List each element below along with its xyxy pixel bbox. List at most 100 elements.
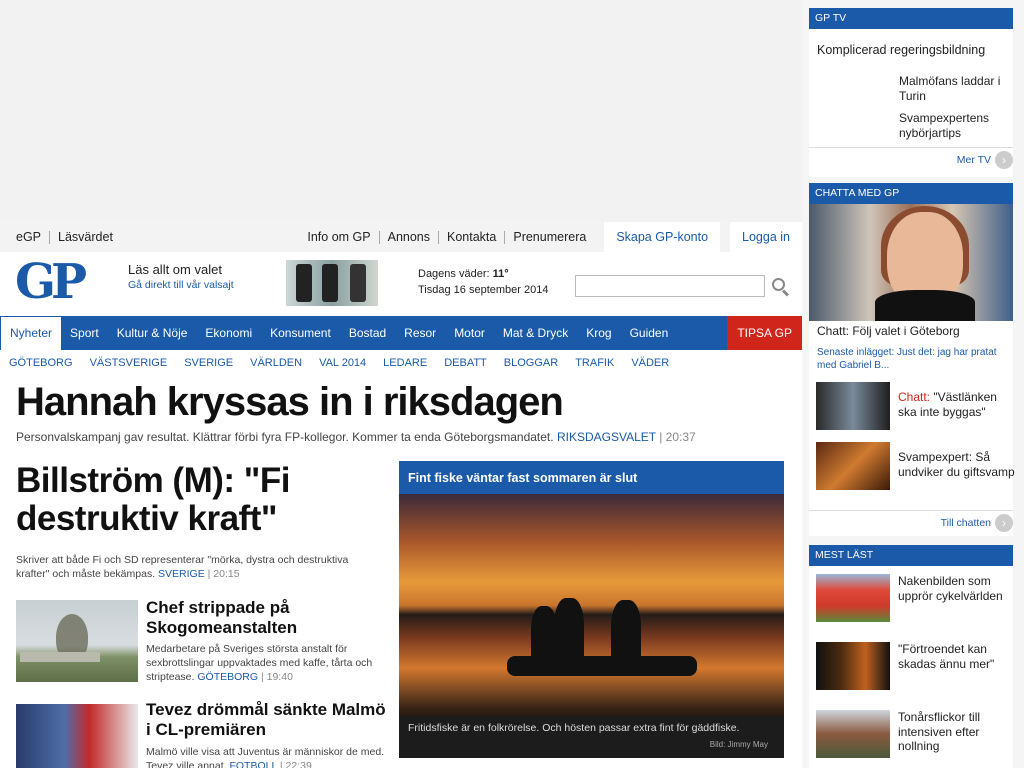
feature-caption: Fritidsfiske är en folkrörelse. Och höst… bbox=[399, 716, 784, 758]
nav-krog[interactable]: Krog bbox=[577, 316, 620, 350]
nav-sport[interactable]: Sport bbox=[61, 316, 108, 350]
chat-box: Chatt: Följ valet i Göteborg Senaste inl… bbox=[809, 204, 1016, 536]
story-billstrom-headline[interactable]: Billström (M): "Fi destruktiv kraft" bbox=[16, 462, 356, 538]
story-tevez-headline[interactable]: Tevez drömmål sänkte Malmö i CL-premiäre… bbox=[146, 700, 386, 740]
feature-title[interactable]: Fint fiske väntar fast sommaren är slut bbox=[399, 461, 784, 494]
more-tv-label: Mer TV bbox=[956, 153, 991, 166]
nav-ekonomi[interactable]: Ekonomi bbox=[196, 316, 261, 350]
tv-item-regeringsbildning[interactable]: Komplicerad regeringsbildning bbox=[817, 43, 985, 57]
weather-label: Dagens väder: bbox=[418, 268, 490, 280]
story-skogome-summary: Medarbetare på Sveriges största anstalt … bbox=[146, 642, 376, 684]
chat-title[interactable]: Chatt: Följ valet i Göteborg bbox=[817, 324, 960, 338]
nav-guiden[interactable]: Guiden bbox=[621, 316, 678, 350]
election-promo-title[interactable]: Läs allt om valet bbox=[128, 262, 234, 277]
vastlanken-thumbnail[interactable] bbox=[816, 382, 890, 430]
subnav-trafik[interactable]: TRAFIK bbox=[566, 350, 622, 376]
top-story-summary: Personvalskampanj gav resultat. Klättrar… bbox=[16, 430, 696, 444]
chat-latest-post[interactable]: Senaste inlägget: Just det: jag har prat… bbox=[817, 346, 1012, 372]
skogome-image[interactable] bbox=[16, 600, 138, 682]
tv-item-malmofans[interactable]: Malmöfans laddar i Turin bbox=[899, 74, 1011, 103]
site-header: GP Läs allt om valet Gå direkt till vår … bbox=[0, 252, 802, 316]
to-chat-label: Till chatten bbox=[940, 516, 991, 529]
nav-motor[interactable]: Motor bbox=[445, 316, 494, 350]
photo-credit: Bild: Jimmy May bbox=[709, 740, 768, 749]
chat-heading[interactable]: CHATTA MED GP bbox=[809, 183, 1013, 204]
tipsa-gp-button[interactable]: TIPSA GP bbox=[727, 316, 802, 350]
search-icon[interactable] bbox=[772, 278, 790, 297]
most-read-item-2[interactable]: "Förtroendet kan skadas ännu mer" bbox=[898, 642, 1016, 671]
feature-caption-text: Fritidsfiske är en folkrörelse. Och höst… bbox=[408, 722, 740, 734]
chat-item-svamp[interactable]: Svampexpert: Så undviker du giftsvamp bbox=[898, 450, 1016, 479]
search-input[interactable] bbox=[575, 275, 765, 297]
nav-bostad[interactable]: Bostad bbox=[340, 316, 395, 350]
chevron-right-icon: › bbox=[995, 151, 1013, 169]
most-read-item-1[interactable]: Nakenbilden som upprör cykelvärlden bbox=[898, 574, 1016, 603]
story-skogome-headline[interactable]: Chef strippade på Skogomeanstalten bbox=[146, 598, 376, 638]
to-chat-link[interactable]: Till chatten › bbox=[941, 514, 1013, 532]
subnav-debatt[interactable]: DEBATT bbox=[435, 350, 495, 376]
story-tevez-summary: Malmö ville visa att Juventus är människ… bbox=[146, 745, 386, 768]
advertisement-area bbox=[0, 0, 802, 222]
more-tv-link[interactable]: Mer TV › bbox=[957, 151, 1013, 169]
current-date: Tisdag 16 september 2014 bbox=[418, 284, 549, 296]
nav-mat-dryck[interactable]: Mat & Dryck bbox=[494, 316, 577, 350]
top-story-tag[interactable]: RIKSDAGSVALET bbox=[557, 430, 656, 444]
voting-booth-image[interactable] bbox=[286, 260, 378, 306]
subnav-vastsverige[interactable]: VÄSTSVERIGE bbox=[81, 350, 176, 376]
main-navigation: Nyheter Sport Kultur & Nöje Ekonomi Kons… bbox=[0, 316, 802, 350]
story-skogome-time: | 19:40 bbox=[260, 671, 293, 683]
subnav-sverige[interactable]: SVERIGE bbox=[175, 350, 241, 376]
gp-tv-heading[interactable]: GP TV bbox=[809, 8, 1013, 29]
annons-link[interactable]: Annons bbox=[378, 230, 438, 244]
election-promo[interactable]: Läs allt om valet Gå direkt till vår val… bbox=[128, 262, 234, 291]
chevron-right-icon: › bbox=[995, 514, 1013, 532]
story-billstrom-time: | 20:15 bbox=[207, 568, 240, 580]
lasvardet-link[interactable]: Läsvärdet bbox=[49, 231, 121, 244]
top-story-time: | 20:37 bbox=[659, 430, 696, 444]
chat-item-vastlanken[interactable]: Chatt: "Västlänken ska inte byggas" bbox=[898, 390, 1016, 419]
chat-host-image[interactable] bbox=[809, 204, 1013, 321]
top-story-headline[interactable]: Hannah kryssas in i riksdagen bbox=[16, 380, 564, 425]
info-om-gp-link[interactable]: Info om GP bbox=[307, 230, 378, 244]
gp-tv-box: Komplicerad regeringsbildning Malmöfans … bbox=[809, 29, 1013, 177]
building-thumbnail[interactable] bbox=[816, 710, 890, 758]
kontakta-link[interactable]: Kontakta bbox=[438, 230, 504, 244]
feature-fishing[interactable]: Fint fiske väntar fast sommaren är slut … bbox=[399, 461, 784, 758]
prenumerera-link[interactable]: Prenumerera bbox=[504, 230, 594, 244]
sub-navigation: GÖTEBORG VÄSTSVERIGE SVERIGE VÄRLDEN VAL… bbox=[0, 350, 802, 376]
egp-link[interactable]: eGP bbox=[16, 231, 49, 244]
story-skogome-tag[interactable]: GÖTEBORG bbox=[197, 671, 258, 683]
nav-resor[interactable]: Resor bbox=[395, 316, 445, 350]
subnav-ledare[interactable]: LEDARE bbox=[374, 350, 435, 376]
story-billstrom-summary: Skriver att både Fi och SD representerar… bbox=[16, 553, 376, 581]
weather-info: Dagens väder: 11° Tisdag 16 september 20… bbox=[418, 266, 548, 298]
mushroom-thumbnail[interactable] bbox=[816, 442, 890, 490]
most-read-item-3[interactable]: Tonårsflickor till intensiven efter noll… bbox=[898, 710, 1016, 754]
subnav-vader[interactable]: VÄDER bbox=[622, 350, 677, 376]
most-read-box: Nakenbilden som upprör cykelvärlden "För… bbox=[809, 566, 1013, 768]
create-account-button[interactable]: Skapa GP-konto bbox=[604, 222, 721, 252]
subnav-varlden[interactable]: VÄRLDEN bbox=[241, 350, 310, 376]
chat-item-prefix: Chatt: bbox=[898, 390, 931, 404]
election-promo-link[interactable]: Gå direkt till vår valsajt bbox=[128, 279, 234, 291]
subnav-bloggar[interactable]: BLOGGAR bbox=[495, 350, 566, 376]
nav-nyheter[interactable]: Nyheter bbox=[1, 317, 62, 350]
story-tevez-time: | 22:39 bbox=[279, 760, 312, 768]
night-scene-thumbnail[interactable] bbox=[816, 642, 890, 690]
story-billstrom-tag[interactable]: SVERIGE bbox=[158, 568, 205, 580]
fishing-sunset-image[interactable] bbox=[399, 494, 784, 726]
most-read-heading[interactable]: MEST LÄST bbox=[809, 545, 1013, 566]
gp-logo[interactable]: GP bbox=[15, 257, 87, 307]
login-button[interactable]: Logga in bbox=[730, 222, 802, 252]
nav-kultur-noje[interactable]: Kultur & Nöje bbox=[108, 316, 197, 350]
story-tevez-tag[interactable]: FOTBOLL bbox=[229, 760, 276, 768]
tv-item-svampexpert[interactable]: Svampexpertens nybörjartips bbox=[899, 111, 1011, 140]
subnav-val-2014[interactable]: VAL 2014 bbox=[310, 350, 374, 376]
top-utility-bar: eGP Läsvärdet Info om GP Annons Kontakta… bbox=[0, 222, 802, 252]
tevez-image[interactable] bbox=[16, 704, 138, 768]
story-skogome-text: Medarbetare på Sveriges största anstalt … bbox=[146, 643, 373, 683]
subnav-goteborg[interactable]: GÖTEBORG bbox=[0, 350, 81, 376]
cycling-team-thumbnail[interactable] bbox=[816, 574, 890, 622]
top-story-text: Personvalskampanj gav resultat. Klättrar… bbox=[16, 430, 554, 444]
nav-konsument[interactable]: Konsument bbox=[261, 316, 340, 350]
